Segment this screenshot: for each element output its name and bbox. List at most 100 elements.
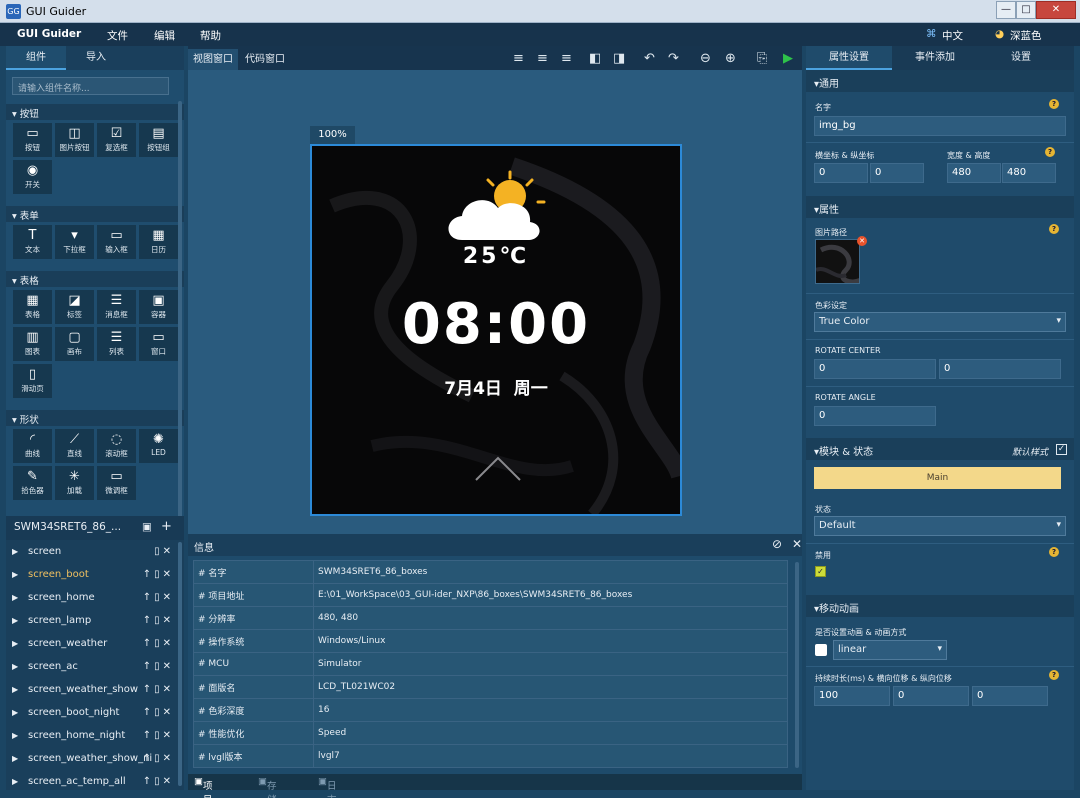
move-up-icon[interactable]: ↑ <box>143 684 154 695</box>
widget-image-button[interactable]: ◫ 图片按钮 <box>54 122 95 158</box>
project-scrollbar[interactable] <box>178 542 182 786</box>
maximize-button[interactable]: □ <box>1016 1 1036 19</box>
general-section[interactable]: ▾通用 <box>806 70 1074 92</box>
widget-line[interactable]: ⟋ 直线 <box>54 428 95 464</box>
copy-icon[interactable]: ▯ <box>154 707 163 718</box>
move-up-icon[interactable]: ↑ <box>143 638 154 649</box>
bring-front-icon[interactable]: ◧ <box>589 51 601 66</box>
send-back-icon[interactable]: ◨ <box>613 51 625 66</box>
expand-arrow-icon[interactable]: ▶ <box>12 593 18 602</box>
align-right-icon[interactable]: ≡ <box>561 51 572 66</box>
rotate-angle-input[interactable]: 0 <box>814 406 936 426</box>
copy-icon[interactable]: ▯ <box>154 592 163 603</box>
delete-icon[interactable]: ✕ <box>163 592 174 603</box>
tab-code-window[interactable]: 代码窗口 <box>240 49 290 70</box>
expand-arrow-icon[interactable]: ▶ <box>12 616 18 625</box>
color-select[interactable]: True Color ▾ <box>814 312 1066 332</box>
screen-item[interactable]: ▶ screen ▯✕ <box>12 544 178 562</box>
copy-icon[interactable]: ▯ <box>154 730 163 741</box>
screen-item[interactable]: ▶ screen_weather ↑▯✕ <box>12 636 178 654</box>
add-folder-icon[interactable]: ▣ <box>142 521 152 533</box>
move-up-icon[interactable]: ↑ <box>143 776 154 787</box>
state-select[interactable]: Default ▾ <box>814 516 1066 536</box>
expand-arrow-icon[interactable]: ▶ <box>12 754 18 763</box>
menu-edit[interactable]: 编辑 <box>154 28 175 43</box>
animation-type-select[interactable]: linear ▾ <box>833 640 947 660</box>
help-icon[interactable]: ? <box>1049 224 1059 234</box>
expand-arrow-icon[interactable]: ▶ <box>12 547 18 556</box>
screen-item[interactable]: ▶ screen_ac_temp_all ↑▯✕ <box>12 774 178 792</box>
tab-widgets[interactable]: 组件 <box>6 46 66 70</box>
offset-x-input[interactable]: 0 <box>893 686 969 706</box>
copy-icon[interactable]: ▯ <box>154 684 163 695</box>
widget-container[interactable]: ▣ 容器 <box>138 289 179 325</box>
widget-spinner[interactable]: ✳ 加载 <box>54 465 95 501</box>
copy-icon[interactable]: ▯ <box>154 753 163 764</box>
disabled-checkbox[interactable]: ✓ <box>815 566 826 577</box>
widget-calendar[interactable]: ▦ 日历 <box>138 224 179 260</box>
delete-icon[interactable]: ✕ <box>163 776 174 787</box>
delete-icon[interactable]: ✕ <box>163 730 174 741</box>
move-up-icon[interactable]: ↑ <box>143 592 154 603</box>
tab-view-window[interactable]: 视图窗口 <box>188 49 238 70</box>
widget-message-box[interactable]: ☰ 消息框 <box>96 289 137 325</box>
image-thumbnail[interactable] <box>815 239 860 284</box>
expand-arrow-icon[interactable]: ▶ <box>12 731 18 740</box>
move-up-icon[interactable]: ↑ <box>143 707 154 718</box>
widget-switch[interactable]: ◉ 开关 <box>12 159 53 195</box>
default-style-checkbox[interactable]: ✓ <box>1056 444 1067 455</box>
widget-input-box[interactable]: ▭ 输入框 <box>96 224 137 260</box>
tab-settings[interactable]: 设置 <box>978 46 1064 70</box>
code-export-icon[interactable]: ⎘ <box>757 51 767 66</box>
run-simulator-icon[interactable]: ▶ <box>783 51 793 66</box>
widget-canvas[interactable]: ▢ 画布 <box>54 326 95 362</box>
widget-color-picker[interactable]: ✎ 拾色器 <box>12 465 53 501</box>
help-icon[interactable]: ? <box>1049 670 1059 680</box>
widget-slide-page[interactable]: ▯ 滑动页 <box>12 363 53 399</box>
widget-table[interactable]: ▦ 表格 <box>12 289 53 325</box>
rotate-center-x-input[interactable]: 0 <box>814 359 936 379</box>
offset-y-input[interactable]: 0 <box>972 686 1048 706</box>
widget-led[interactable]: ✺ LED <box>138 428 179 464</box>
widget-section-header[interactable]: ▾ 表格 <box>6 271 184 287</box>
move-up-icon[interactable]: ↑ <box>143 569 154 580</box>
attr-section[interactable]: ▾属性 <box>806 196 1074 218</box>
screen-item[interactable]: ▶ screen_weather_show_ni ↑▯✕ <box>12 751 178 769</box>
copy-icon[interactable]: ▯ <box>154 638 163 649</box>
widget-window[interactable]: ▭ 窗口 <box>138 326 179 362</box>
screen-item[interactable]: ▶ screen_weather_show ↑▯✕ <box>12 682 178 700</box>
delete-icon[interactable]: ✕ <box>163 546 174 557</box>
copy-icon[interactable]: ▯ <box>154 615 163 626</box>
minimize-button[interactable]: — <box>996 1 1016 19</box>
tab-properties[interactable]: 属性设置 <box>806 46 892 70</box>
screen-item[interactable]: ▶ screen_boot_night ↑▯✕ <box>12 705 178 723</box>
align-center-icon[interactable]: ≡ <box>537 51 548 66</box>
widget-chart[interactable]: ▥ 图表 <box>12 326 53 362</box>
widget-spinbox[interactable]: ▭ 微调框 <box>96 465 137 501</box>
close-button[interactable]: ✕ <box>1036 1 1076 19</box>
menu-help[interactable]: 帮助 <box>200 28 221 43</box>
y-input[interactable]: 0 <box>870 163 924 183</box>
tab-project-params[interactable]: ▣ 项目参数 <box>194 776 213 798</box>
expand-arrow-icon[interactable]: ▶ <box>12 662 18 671</box>
tab-log[interactable]: ▣ 日志 <box>318 776 337 798</box>
help-icon[interactable]: ? <box>1045 147 1055 157</box>
duration-input[interactable]: 100 <box>814 686 890 706</box>
delete-icon[interactable]: ✕ <box>163 707 174 718</box>
copy-icon[interactable]: ▯ <box>154 546 163 557</box>
widget-list[interactable]: ☰ 列表 <box>96 326 137 362</box>
remove-image-icon[interactable]: ✕ <box>857 236 867 246</box>
width-input[interactable]: 480 <box>947 163 1001 183</box>
move-up-icon[interactable]: ↑ <box>143 730 154 741</box>
help-icon[interactable]: ? <box>1049 547 1059 557</box>
delete-icon[interactable]: ✕ <box>163 569 174 580</box>
widget-checkbox[interactable]: ☑ 复选框 <box>96 122 137 158</box>
info-close-icon[interactable]: ✕ <box>792 537 802 551</box>
widget-button[interactable]: ▭ 按钮 <box>12 122 53 158</box>
delete-icon[interactable]: ✕ <box>163 661 174 672</box>
widget-button-group[interactable]: ▤ 按钮组 <box>138 122 179 158</box>
help-icon[interactable]: ? <box>1049 99 1059 109</box>
move-up-icon[interactable]: ↑ <box>143 615 154 626</box>
expand-arrow-icon[interactable]: ▶ <box>12 685 18 694</box>
widget-scrollbar[interactable] <box>178 101 182 541</box>
